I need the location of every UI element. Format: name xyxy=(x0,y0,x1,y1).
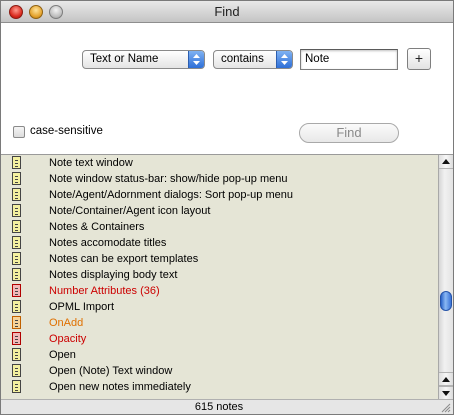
result-row-label: Notes & Containers xyxy=(49,221,145,233)
note-icon xyxy=(12,156,21,169)
note-icon xyxy=(12,364,21,377)
arrow-down-icon xyxy=(442,391,450,396)
result-row-label: Open (Note) Text window xyxy=(49,365,173,377)
note-icon xyxy=(12,204,21,217)
operator-popup-label: contains xyxy=(221,53,264,65)
result-row[interactable]: OnAdd xyxy=(1,315,437,331)
result-row[interactable]: Open new notes immediately xyxy=(1,379,437,395)
result-row-label: Open xyxy=(49,349,76,361)
arrow-up-icon xyxy=(442,377,450,382)
scroll-up-button[interactable] xyxy=(439,155,453,169)
note-icon xyxy=(12,268,21,281)
result-row-label: Notes can be export templates xyxy=(49,253,199,265)
note-icon xyxy=(12,380,21,393)
note-icon-red xyxy=(12,332,21,345)
result-count: 615 notes xyxy=(194,401,244,413)
result-row-label: Notes accomodate titles xyxy=(49,237,167,249)
case-sensitive-checkbox[interactable] xyxy=(13,126,25,138)
result-row[interactable]: Note/Agent/Adornment dialogs: Sort pop-u… xyxy=(1,187,437,203)
window-title: Find xyxy=(214,4,240,19)
result-row[interactable]: Notes & Containers xyxy=(1,219,437,235)
result-row[interactable]: Opacity xyxy=(1,331,437,347)
note-icon-orange xyxy=(12,316,21,329)
result-row[interactable]: Number Attributes (36) xyxy=(1,283,437,299)
result-row-label: Note/Agent/Adornment dialogs: Sort pop-u… xyxy=(49,189,293,201)
scroll-thumb[interactable] xyxy=(440,290,452,311)
note-icon xyxy=(12,220,21,233)
note-icon xyxy=(12,172,21,185)
find-window: Find Text or Name contains Note + case-s… xyxy=(0,0,454,415)
result-row-label: OPML Import xyxy=(49,301,114,313)
note-icon xyxy=(12,236,21,249)
scroll-up-button-lower[interactable] xyxy=(439,372,453,386)
result-row[interactable]: OPML Import xyxy=(1,299,437,315)
result-row-label: Opacity xyxy=(49,333,87,345)
results-list[interactable]: Note text window Note window status-bar: … xyxy=(1,154,453,399)
popup-arrows-icon xyxy=(188,51,204,68)
result-row[interactable]: Note window status-bar: show/hide pop-up… xyxy=(1,171,437,187)
note-icon-red xyxy=(12,284,21,297)
resize-grip-icon[interactable] xyxy=(441,403,451,413)
result-row[interactable]: Open xyxy=(1,347,437,363)
result-row[interactable]: Note/Container/Agent icon layout xyxy=(1,203,437,219)
result-row[interactable]: Open (Note) Text window xyxy=(1,363,437,379)
result-row-label: Note text window xyxy=(49,157,133,169)
search-value-field[interactable]: Note xyxy=(300,49,398,70)
arrow-up-icon xyxy=(442,159,450,164)
vertical-scrollbar[interactable] xyxy=(438,155,453,399)
result-row-label: OnAdd xyxy=(49,317,84,329)
result-row[interactable]: Note text window xyxy=(1,155,437,171)
result-row[interactable]: Notes displaying body text xyxy=(1,267,437,283)
note-icon xyxy=(12,188,21,201)
status-bar: 615 notes xyxy=(1,399,453,414)
result-row[interactable]: Notes accomodate titles xyxy=(1,235,437,251)
note-icon xyxy=(12,348,21,361)
add-criterion-button[interactable]: + xyxy=(407,48,431,70)
field-popup[interactable]: Text or Name xyxy=(82,50,205,69)
note-icon xyxy=(12,300,21,313)
result-row-label: Note window status-bar: show/hide pop-up… xyxy=(49,173,288,185)
case-sensitive-label[interactable]: case-sensitive xyxy=(30,125,103,137)
result-row-label: Note/Container/Agent icon layout xyxy=(49,205,211,217)
result-row-label: Open new notes immediately xyxy=(49,381,191,393)
result-row-label: Number Attributes (36) xyxy=(49,285,160,297)
operator-popup[interactable]: contains xyxy=(213,50,293,69)
title-bar[interactable]: Find xyxy=(1,1,453,23)
popup-arrows-icon xyxy=(276,51,292,68)
result-row-label: Notes displaying body text xyxy=(49,269,178,281)
scroll-down-button[interactable] xyxy=(439,386,453,399)
results-rows: Note text window Note window status-bar: … xyxy=(1,155,453,395)
note-icon xyxy=(12,252,21,265)
search-criteria-panel: Text or Name contains Note + case-sensit… xyxy=(1,24,453,154)
result-row[interactable]: Notes can be export templates xyxy=(1,251,437,267)
find-button[interactable]: Find xyxy=(299,123,399,143)
field-popup-label: Text or Name xyxy=(90,53,159,65)
